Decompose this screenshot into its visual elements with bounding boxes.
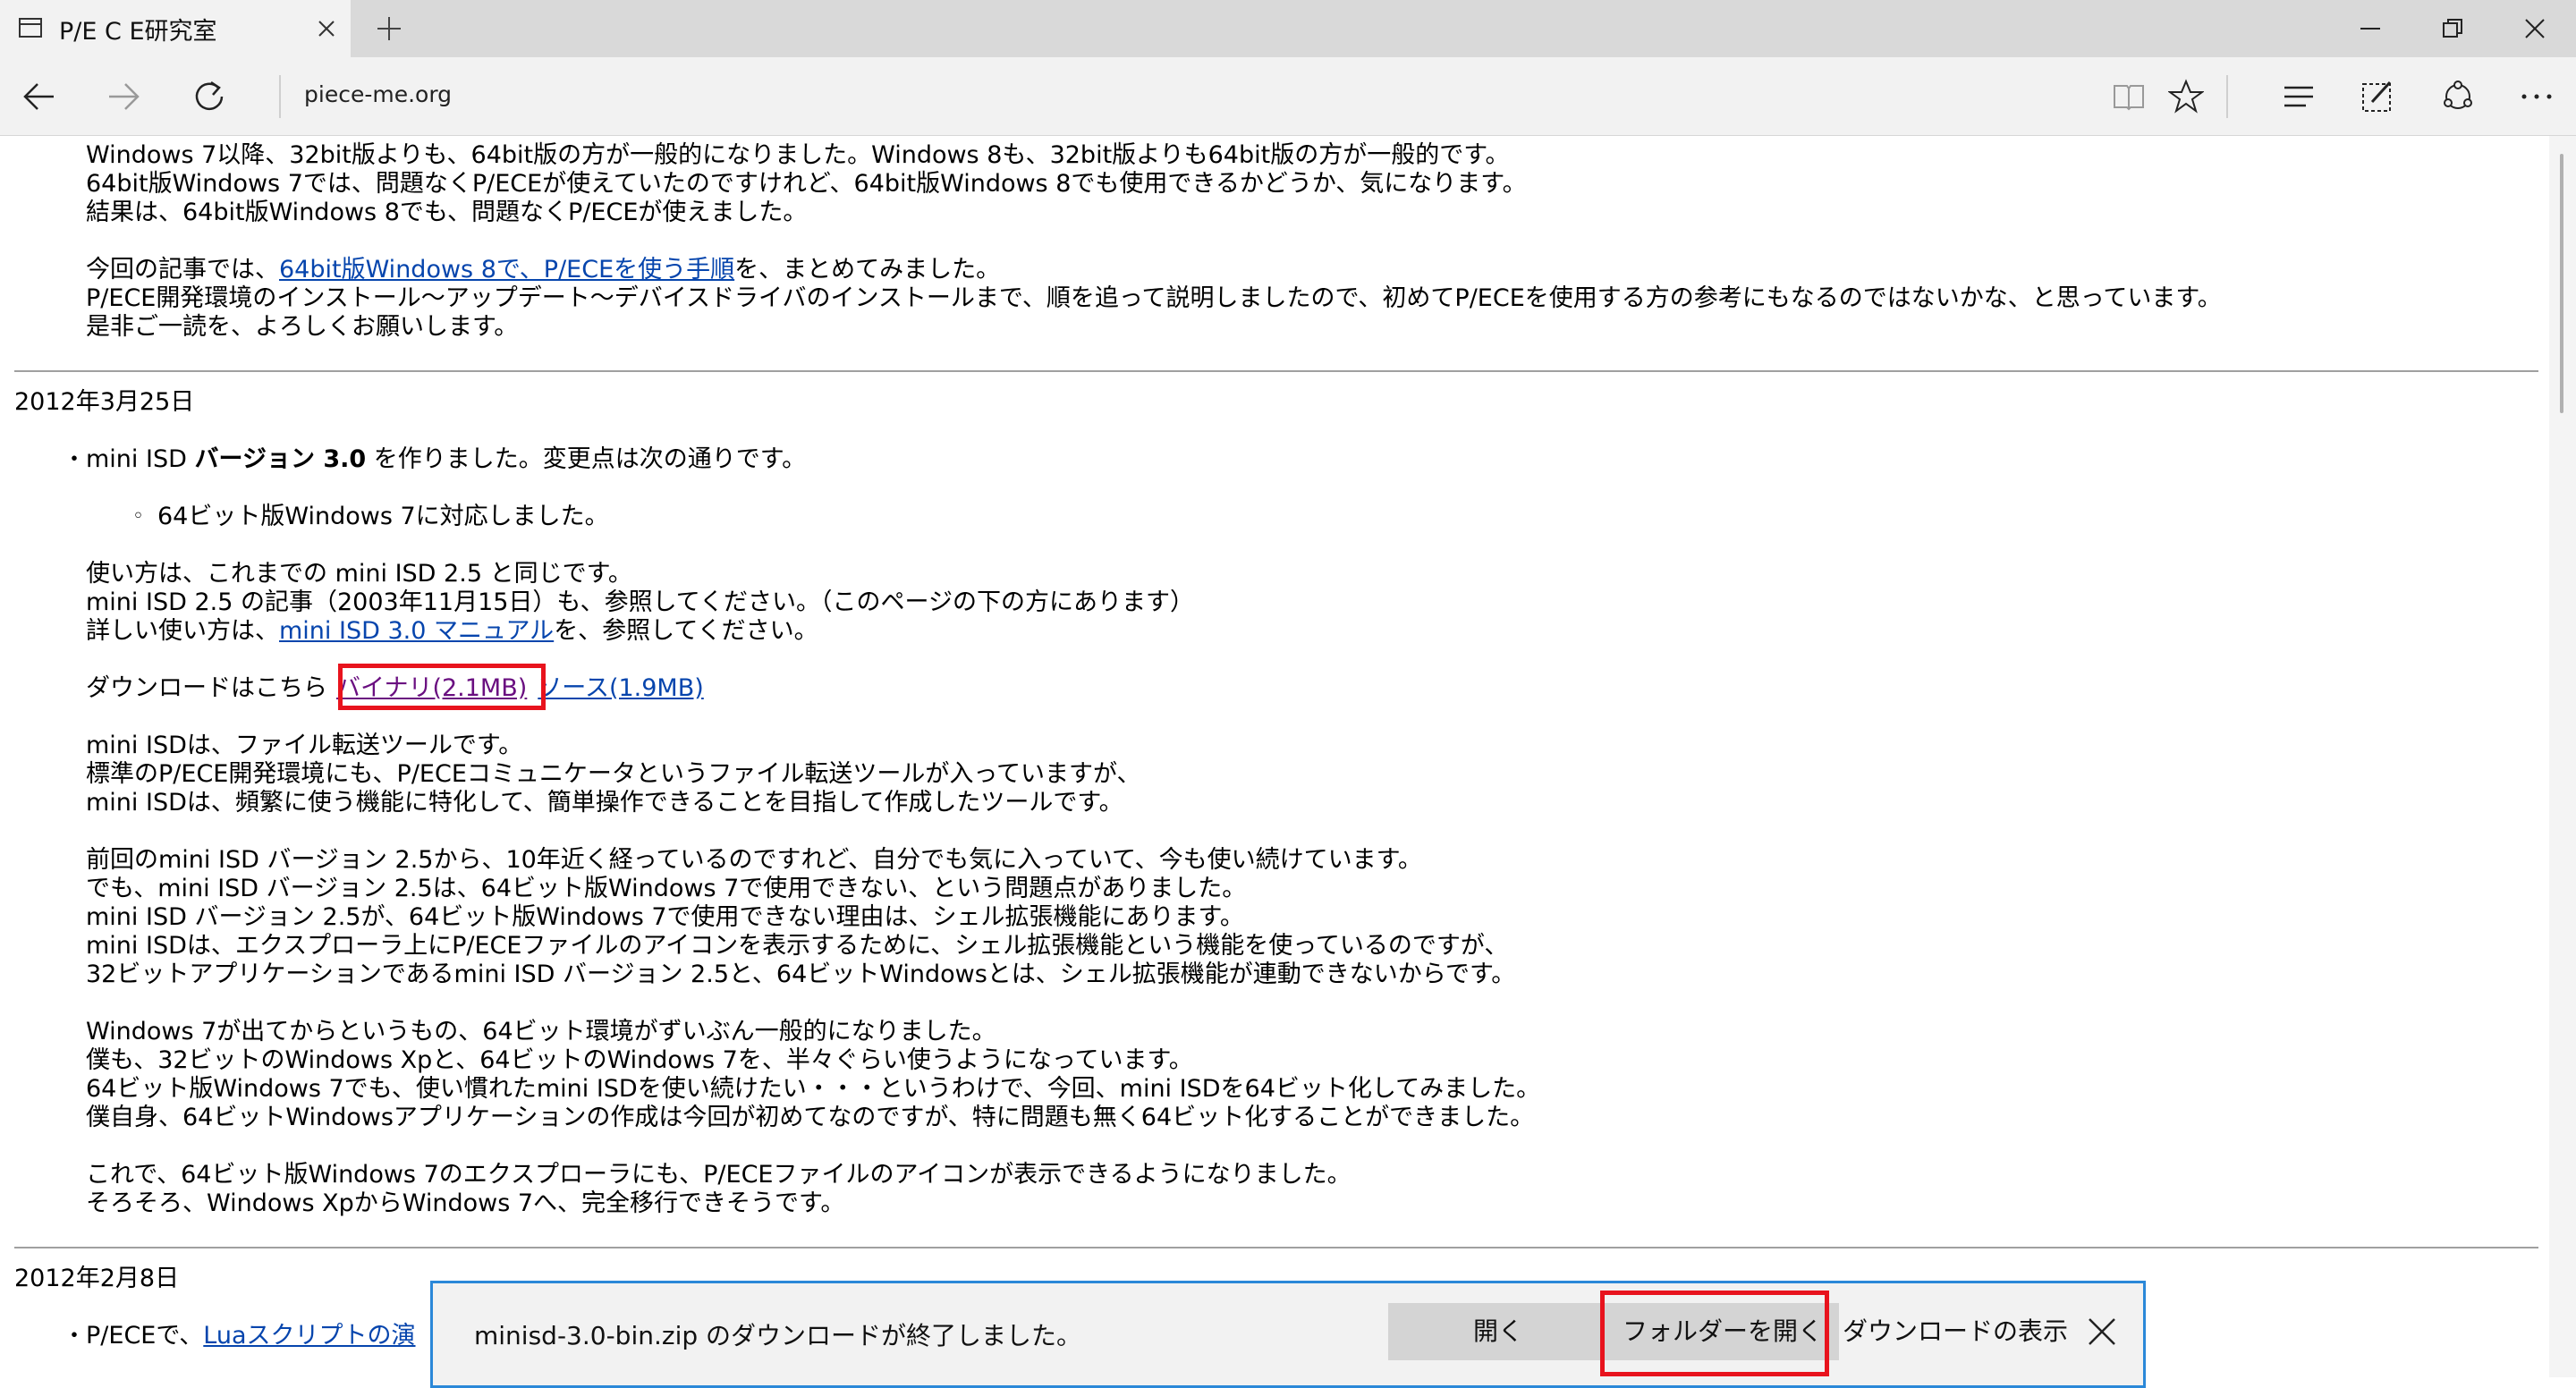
text-line: Windows 7以降、32bit版よりも、64bit版の方が一般的になりました…: [86, 141, 1510, 169]
nav-divider: [279, 75, 281, 118]
minimize-button[interactable]: [2329, 0, 2411, 57]
text-line: 結果は、64bit版Windows 8でも、問題なくP/ECEが使えました。: [86, 199, 808, 226]
text-line: 標準のP/ECE開発環境にも、P/ECEコミュニケータというファイル転送ツールが…: [86, 760, 1141, 788]
text-line: mini ISDは、ファイル転送ツールです。: [86, 732, 523, 759]
page-icon: [19, 18, 42, 38]
manual-prefix: 詳しい使い方は、: [86, 617, 279, 645]
source-download-link[interactable]: ソース(1.9MB): [538, 674, 703, 702]
nav-divider-right: [2226, 75, 2228, 118]
text-line: 是非ご一読を、よろしくお願いします。: [86, 313, 519, 341]
item-prefix: mini ISD: [86, 445, 195, 473]
close-icon[interactable]: [316, 18, 337, 39]
open-button[interactable]: 開く: [1388, 1303, 1608, 1360]
date-heading: 2012年3月25日: [14, 388, 195, 416]
restore-icon: [2443, 19, 2462, 38]
sub-list-item: 64ビット版Windows 7に対応しました。: [157, 503, 609, 530]
share-button[interactable]: [2435, 73, 2481, 120]
sub-bullet: ◦: [132, 505, 144, 528]
text-line: 僕も、32ビットのWindows Xpと、64ビットのWindows 7を、半々…: [86, 1046, 1193, 1074]
item-prefix: P/ECEで、: [86, 1322, 204, 1350]
view-downloads-button[interactable]: ダウンロードの表示: [1839, 1303, 2072, 1360]
back-button[interactable]: [16, 73, 63, 120]
window-close-icon: [2525, 19, 2545, 38]
forward-button[interactable]: [100, 73, 147, 120]
refresh-button[interactable]: [186, 73, 233, 120]
text-line: これで、64ビット版Windows 7のエクスプローラにも、P/ECEファイルの…: [86, 1161, 1352, 1189]
text-line: 64bit版Windows 7では、問題なくP/ECEが使えていたのですけれど、…: [86, 170, 1527, 198]
back-arrow-icon: [23, 83, 54, 110]
text-line: 32ビットアプリケーションであるmini ISD バージョン 2.5と、64ビッ…: [86, 961, 1516, 988]
bullet: ・: [63, 446, 87, 473]
text-line: 前回のmini ISD バージョン 2.5から、10年近く経っているのですれど、…: [86, 846, 1422, 874]
restore-button[interactable]: [2411, 0, 2494, 57]
browser-tab[interactable]: P/E C E研究室: [0, 0, 351, 57]
minimize-icon: [2360, 28, 2380, 30]
text-line: P/ECE開発環境のインストール～アップデート～デバイスドライバのインストールま…: [86, 284, 2222, 312]
text-line: でも、mini ISD バージョン 2.5は、64ビット版Windows 7で使…: [86, 875, 1247, 902]
page-content: Windows 7以降、32bit版よりも、64bit版の方が一般的になりました…: [0, 136, 2549, 1377]
text-line: 64ビット版Windows 7でも、使い慣れたmini ISDを使い続けたい・・…: [86, 1075, 1541, 1103]
scroll-thumb[interactable]: [2560, 154, 2563, 413]
lua-script-link[interactable]: Luaスクリプトの演: [203, 1322, 415, 1350]
web-note-icon: [2362, 80, 2392, 112]
more-icon: [2521, 94, 2552, 99]
manual-line: 詳しい使い方は、mini ISD 3.0 マニュアルを、参照してください。: [86, 617, 818, 646]
web-note-button[interactable]: [2354, 73, 2401, 120]
list-item: P/ECEで、Luaスクリプトの演: [86, 1322, 416, 1350]
manual-link[interactable]: mini ISD 3.0 マニュアル: [279, 617, 554, 645]
date-heading: 2012年2月8日: [14, 1265, 180, 1292]
hub-icon: [2284, 86, 2313, 107]
highlight-box: [338, 664, 546, 710]
download-notification-bar: minisd-3.0-bin.zip のダウンロードが終了しました。 開く フォ…: [430, 1281, 2146, 1388]
text-line: 僕自身、64ビットWindowsアプリケーションの作成は今回が初めてなのですが、…: [86, 1104, 1535, 1131]
highlight-box: [1600, 1291, 1829, 1376]
text-line: mini ISDは、エクスプローラ上にP/ECEファイルのアイコンを表示するため…: [86, 932, 1509, 960]
item-bold: バージョン 3.0: [194, 445, 367, 473]
address-bar[interactable]: piece-me.org: [304, 81, 452, 107]
window-close-button[interactable]: [2494, 0, 2576, 57]
article-line: 今回の記事では、64bit版Windows 8で、P/ECEを使う手順を、まとめ…: [86, 256, 1000, 284]
favorite-star-icon: [2168, 79, 2204, 114]
download-prefix: ダウンロードはこちら: [86, 674, 327, 702]
tab-bar: P/E C E研究室: [0, 0, 2576, 57]
more-button[interactable]: [2513, 73, 2560, 120]
divider: [14, 370, 2538, 372]
forward-arrow-icon: [109, 83, 140, 110]
refresh-icon: [195, 80, 224, 111]
article-link[interactable]: 64bit版Windows 8で、P/ECEを使う手順: [279, 256, 734, 284]
text-line: mini ISDは、頻繁に使う機能に特化して、簡単操作できることを目指して作成し…: [86, 789, 1123, 817]
article-prefix: 今回の記事では、: [86, 256, 279, 284]
bullet: ・: [63, 1323, 87, 1350]
text-line: 使い方は、これまでの mini ISD 2.5 と同じです。: [86, 560, 632, 588]
reading-view-button[interactable]: [2106, 73, 2152, 120]
list-item: mini ISD バージョン 3.0 を作りました。変更点は次の通りです。: [86, 445, 806, 474]
text-line: そろそろ、Windows XpからWindows 7へ、完全移行できそうです。: [86, 1189, 845, 1217]
text-line: mini ISD バージョン 2.5が、64ビット版Windows 7で使用でき…: [86, 903, 1244, 931]
text-line: Windows 7が出てからというもの、64ビット環境がずいぶん一般的になりまし…: [86, 1018, 996, 1045]
share-icon: [2444, 80, 2472, 109]
manual-suffix: を、参照してください。: [554, 617, 818, 645]
favorite-button[interactable]: [2163, 73, 2209, 120]
hub-button[interactable]: [2275, 73, 2322, 120]
divider: [14, 1247, 2538, 1248]
text-line: mini ISD 2.5 の記事（2003年11月15日）も、参照してください。…: [86, 588, 1194, 616]
download-message: minisd-3.0-bin.zip のダウンロードが終了しました。: [474, 1321, 1082, 1350]
close-icon[interactable]: [2086, 1316, 2118, 1348]
tab-title: P/E C E研究室: [59, 18, 217, 46]
article-suffix: を、まとめてみました。: [734, 256, 1001, 284]
scrollbar[interactable]: [2549, 136, 2576, 1377]
reading-view-icon: [2114, 85, 2144, 111]
item-suffix: を作りました。変更点は次の通りです。: [366, 445, 807, 473]
plus-icon[interactable]: [374, 13, 404, 44]
navigation-bar: piece-me.org: [0, 57, 2576, 136]
